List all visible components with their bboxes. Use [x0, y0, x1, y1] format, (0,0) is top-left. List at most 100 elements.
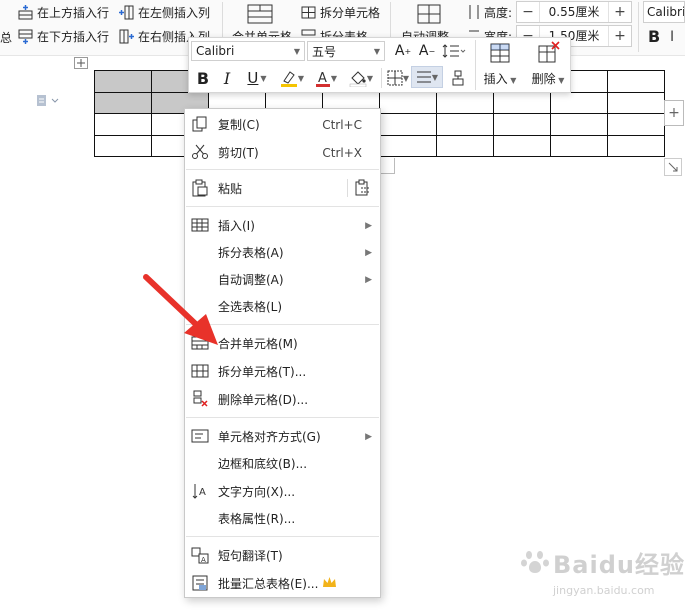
table-move-handle-icon[interactable] — [74, 57, 88, 69]
menu-item-borders-shading[interactable]: 边框和底纹(B)... — [185, 450, 380, 477]
merge-cells-large-icon[interactable] — [245, 2, 275, 26]
chevron-down-icon: ▼ — [373, 46, 380, 56]
mini-font-name-select[interactable]: Calibri ▼ — [191, 41, 305, 61]
floating-format-toolbar: Calibri ▼ 五号 ▼ A + A − 插入 ▼ 删除 ▼ B I U ▼ ▼… — [188, 37, 571, 93]
menu-separator — [186, 206, 379, 207]
highlighter-icon — [280, 69, 298, 87]
submenu-arrow-icon: ▶ — [365, 274, 372, 285]
insert-col-right-icon — [119, 29, 134, 44]
table-cell[interactable] — [94, 134, 152, 157]
insert-row-below-button[interactable]: 在下方插入行 — [18, 28, 109, 45]
underline-icon: U — [247, 69, 259, 87]
baidu-watermark: Baidu经验 — [520, 545, 685, 580]
width-increase-button[interactable]: + — [609, 26, 631, 46]
chevron-down-icon: ▼ — [402, 73, 410, 83]
table-cell[interactable] — [379, 113, 437, 136]
height-decrease-button[interactable]: − — [517, 2, 539, 22]
svg-text:A: A — [201, 556, 206, 564]
insert-col-left-button[interactable]: 在左侧插入列 — [119, 4, 210, 21]
menu-item-batch-summary[interactable]: 批量汇总表格(E)... — [185, 570, 380, 597]
crown-icon — [322, 576, 337, 589]
table-insert-icon — [191, 216, 209, 234]
menu-item-cell-alignment[interactable]: 单元格对齐方式(G) ▶ — [185, 423, 380, 450]
table-cell-selected[interactable] — [94, 91, 152, 114]
delete-cells-icon — [191, 390, 209, 408]
ribbon-font-name-field[interactable]: Calibri — [643, 1, 685, 23]
bold-icon[interactable]: B — [193, 67, 213, 89]
scissors-icon — [191, 143, 209, 161]
doc-paragraph-icon[interactable] — [36, 95, 60, 107]
chevron-down-icon: ▼ — [293, 46, 300, 56]
table-cell-selected[interactable] — [94, 70, 152, 93]
insert-row-above-button[interactable]: 在上方插入行 — [18, 4, 109, 21]
cell-align-icon — [191, 427, 209, 445]
table-cell[interactable] — [550, 113, 608, 136]
ribbon-italic-icon[interactable]: I — [670, 29, 674, 45]
table-cell[interactable] — [379, 134, 437, 157]
italic-icon[interactable]: I — [217, 67, 237, 89]
menu-item-copy[interactable]: 复制(C) Ctrl+C — [185, 111, 380, 138]
borders-button[interactable]: ▼ — [385, 67, 411, 89]
table-cell[interactable] — [493, 91, 551, 114]
table-insert-large-icon — [481, 41, 519, 65]
table-cell[interactable] — [607, 134, 665, 157]
insert-row-above-icon — [18, 5, 33, 20]
mini-insert-button[interactable]: 插入 ▼ — [481, 41, 519, 91]
paste-options-icon[interactable] — [355, 179, 371, 197]
mini-delete-button[interactable]: 删除 ▼ — [527, 41, 569, 91]
grow-font-icon[interactable]: A + — [393, 40, 413, 62]
height-increase-button[interactable]: + — [609, 2, 631, 22]
auto-fit-large-icon[interactable] — [415, 2, 443, 26]
align-center-icon — [416, 70, 432, 84]
table-cell[interactable] — [607, 113, 665, 136]
font-color-button[interactable]: A ▼ — [311, 67, 341, 89]
paste-icon — [191, 179, 209, 197]
shading-button[interactable]: ▼ — [345, 67, 377, 89]
height-value[interactable]: 0.55厘米 — [539, 2, 610, 22]
menu-item-cut[interactable]: 剪切(T) Ctrl+X — [185, 139, 380, 166]
split-cells-ribbon-button[interactable]: 拆分单元格 — [301, 4, 380, 21]
shrink-font-icon[interactable]: A − — [417, 40, 437, 62]
table-cell[interactable] — [607, 70, 665, 93]
submenu-arrow-icon: ▶ — [365, 247, 372, 258]
copy-icon — [191, 115, 209, 133]
menu-separator — [186, 417, 379, 418]
menu-item-translate[interactable]: A 短句翻译(T) — [185, 542, 380, 569]
line-spacing-icon[interactable] — [441, 40, 467, 62]
menu-item-split-table[interactable]: 拆分表格(A) ▶ — [185, 239, 380, 266]
table-cell[interactable] — [550, 91, 608, 114]
svg-text:A: A — [199, 487, 206, 498]
menu-item-paste[interactable]: 粘贴 — [185, 175, 380, 202]
add-row-button[interactable] — [380, 158, 395, 174]
height-spinner[interactable]: − 0.55厘米 + — [516, 1, 633, 23]
table-resize-handle-icon[interactable] — [664, 158, 682, 176]
table-cell[interactable] — [94, 113, 152, 136]
svg-text:A: A — [318, 71, 327, 86]
font-color-icon: A — [315, 69, 331, 87]
table-cell[interactable] — [436, 91, 494, 114]
mini-font-size-select[interactable]: 五号 ▼ — [307, 41, 385, 61]
table-cell[interactable] — [607, 91, 665, 114]
submenu-arrow-icon: ▶ — [365, 220, 372, 231]
table-cell[interactable] — [436, 134, 494, 157]
align-button[interactable]: ▼ — [411, 66, 443, 88]
table-cell[interactable] — [379, 91, 437, 114]
menu-item-split-cells[interactable]: 拆分单元格(T)... — [185, 358, 380, 385]
highlight-button[interactable]: ▼ — [277, 67, 307, 89]
menu-item-text-direction[interactable]: A 文字方向(X)... — [185, 478, 380, 505]
table-cell[interactable] — [493, 134, 551, 157]
table-cell[interactable] — [550, 134, 608, 157]
menu-item-insert[interactable]: 插入(I) ▶ — [185, 212, 380, 239]
menu-separator — [186, 536, 379, 537]
underline-button[interactable]: U ▼ — [241, 67, 273, 89]
ribbon-divider — [638, 2, 639, 52]
menu-item-delete-cells[interactable]: 删除单元格(D)... — [185, 386, 380, 413]
add-column-button[interactable]: + — [664, 100, 684, 126]
mini-divider — [475, 40, 476, 90]
table-cell[interactable] — [493, 113, 551, 136]
ribbon-bold-icon[interactable]: B — [648, 27, 660, 46]
ribbon-cut-label: 总 — [0, 31, 13, 45]
menu-item-table-properties[interactable]: 表格属性(R)... — [185, 505, 380, 532]
table-cell[interactable] — [436, 113, 494, 136]
format-painter-icon[interactable] — [447, 67, 469, 89]
